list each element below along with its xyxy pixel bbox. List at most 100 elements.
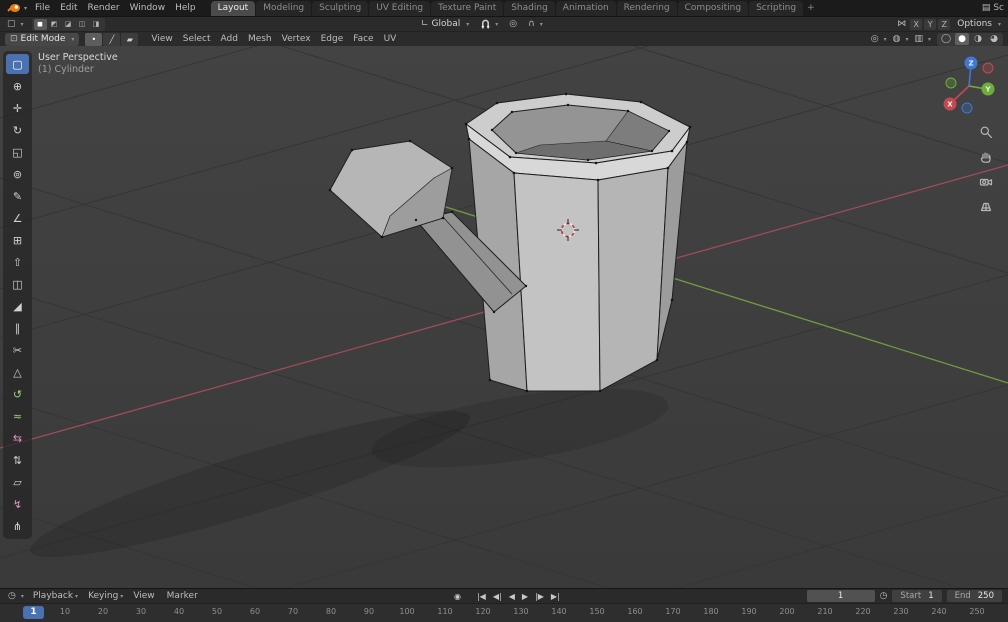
viewport-menu[interactable]: UV [379,31,402,47]
tool-button-shrink-fatten[interactable]: ⇅ [6,450,29,470]
mirror-axis-toggle[interactable]: Z [938,18,951,30]
timeline-menu[interactable]: Playback ▾ [28,591,83,601]
transport-next-keyframe[interactable]: |▶ [533,592,546,601]
mirror-axis-toggle[interactable]: X [910,18,923,30]
active-tool-icon[interactable]: ▢ [5,17,26,32]
select-option-select-intersect[interactable]: ◨ [90,19,103,30]
tool-button-edge-slide[interactable]: ⇆ [6,428,29,448]
options-dropdown[interactable]: Options [954,19,1004,29]
workspace-tab[interactable]: Compositing [677,1,749,16]
tool-button-transform[interactable]: ⊚ [6,164,29,184]
viewport-menu[interactable]: Select [178,31,216,47]
shading-mode-rendered[interactable]: ◕ [987,33,1001,45]
topbar-menu[interactable]: Window [125,0,171,16]
viewport-toggle-show-overlays[interactable]: ◍ [891,32,911,47]
workspace-tab[interactable]: Animation [555,1,616,16]
end-frame-field[interactable]: End 250 [946,590,1002,602]
transform-orientation-dropdown[interactable]: ∟ Global [418,19,472,29]
select-mode-button-edge-select[interactable]: ╱ [103,32,121,46]
proportional-editing-icon[interactable]: ◎ [507,17,519,32]
gizmo-neg-z[interactable] [961,102,973,114]
playhead[interactable]: 1 [23,606,44,619]
start-frame-field[interactable]: Start 1 [892,590,942,602]
gizmo-neg-y[interactable] [945,77,957,89]
select-mode-button-vertex-select[interactable]: • [85,32,103,46]
viewport-menu[interactable]: Vertex [277,31,316,47]
mirror-axis-toggle[interactable]: Y [924,18,937,30]
transport-prev-keyframe[interactable]: ◀| [491,592,504,601]
viewport-toggle-show-gizmos[interactable]: ◎ [869,32,889,47]
tool-button-cursor[interactable]: ⊕ [6,76,29,96]
tool-button-bevel[interactable]: ◢ [6,296,29,316]
workspace-tab[interactable]: Modeling [256,1,312,16]
topbar-menu[interactable]: Help [170,0,201,16]
viewport-menu[interactable]: Mesh [243,31,277,47]
tool-button-spin[interactable]: ↺ [6,384,29,404]
transport-jump-to-start[interactable]: |◀ [475,592,488,601]
workspace-tab[interactable]: Sculpting [312,1,369,16]
viewport-toggle-toggle-xray[interactable]: ▥ [912,32,933,47]
tool-button-poly-build[interactable]: △ [6,362,29,382]
transport-play[interactable]: ▶ [520,592,530,601]
tool-button-rip-region[interactable]: ↯ [6,494,29,514]
select-option-select-set[interactable]: ◼ [33,18,47,30]
tool-button-smooth[interactable]: ≈ [6,406,29,426]
tool-button-measure[interactable]: ∠ [6,208,29,228]
shading-mode-solid[interactable]: ● [955,33,969,45]
playback-sync-clock-icon[interactable]: ◷ [880,591,888,601]
tool-button-knife[interactable]: ✂ [6,340,29,360]
select-option-select-extend[interactable]: ◩ [48,19,61,30]
timeline-menu[interactable]: View [128,591,161,601]
tool-button-move[interactable]: ✛ [6,98,29,118]
proportional-falloff-icon[interactable]: ∩ [526,17,545,32]
tool-button-add-cube[interactable]: ⊞ [6,230,29,250]
workspace-tab[interactable]: UV Editing [369,1,431,16]
add-workspace-button[interactable]: + [803,1,819,16]
shading-mode-wireframe[interactable]: ◯ [939,33,953,45]
hand-icon[interactable] [978,149,994,165]
viewport-menu[interactable]: Add [216,31,243,47]
mesh-cylinder[interactable] [465,93,691,392]
zoom-icon[interactable] [978,124,994,140]
workspace-tab[interactable]: Layout [210,1,256,16]
tool-button-inset-faces[interactable]: ◫ [6,274,29,294]
snap-magnet-icon[interactable] [479,17,500,32]
tool-button-rip-edge[interactable]: ⋔ [6,516,29,536]
timeline-menu[interactable]: Marker [162,591,205,601]
transport-jump-to-end[interactable]: ▶| [549,592,562,601]
viewport-canvas[interactable] [0,46,1008,588]
topbar-menu[interactable]: Render [83,0,125,16]
select-option-select-subtract[interactable]: ◪ [62,19,75,30]
workspace-tab[interactable]: Rendering [616,1,677,16]
tool-button-annotate[interactable]: ✎ [6,186,29,206]
blender-logo-icon[interactable] [7,3,27,13]
select-option-select-difference[interactable]: ◫ [76,19,89,30]
transport-play-reverse[interactable]: ◀ [507,592,517,601]
gizmo-neg-x[interactable] [982,62,994,74]
camera-icon[interactable] [978,174,994,190]
viewport[interactable]: User Perspective (1) Cylinder ▢ ⊕ ✛ ↻ ◱ ⊚ ✎ ∠ ⊞ ⇧… [0,46,1008,588]
shading-mode-material-preview[interactable]: ◑ [971,33,985,45]
transport-auto-key[interactable]: ◉ [452,592,463,601]
tool-button-shear[interactable]: ▱ [6,472,29,492]
perspective-toggle-icon[interactable] [978,199,994,215]
tool-button-loop-cut[interactable]: ∥ [6,318,29,338]
timeline-editor-type-icon[interactable]: ◷ [6,589,26,604]
timeline-menu[interactable]: Keying ▾ [83,591,128,601]
viewport-menu[interactable]: Face [348,31,378,47]
mode-dropdown[interactable]: ⊡ Edit Mode [5,32,80,46]
tool-button-select-box[interactable]: ▢ [6,54,29,74]
timeline-ruler[interactable]: 10 20 30 40 50 60 70 80 90 100 110 120 130 140 150 160 1… [0,603,1008,622]
tool-button-rotate[interactable]: ↻ [6,120,29,140]
viewport-menu[interactable]: Edge [316,31,349,47]
workspace-tab[interactable]: Texture Paint [431,1,504,16]
topbar-menu[interactable]: File [30,0,55,16]
viewport-menu[interactable]: View [146,31,177,47]
tool-button-extrude-region[interactable]: ⇧ [6,252,29,272]
workspace-tab[interactable]: Scripting [749,1,804,16]
navigation-gizmo[interactable]: Z Y X [938,54,1000,116]
topbar-menu[interactable]: Edit [55,0,82,16]
scene-selector[interactable]: ▤ Sc [982,3,1004,13]
workspace-tab[interactable]: Shading [504,1,555,16]
select-mode-button-face-select[interactable]: ▰ [121,32,139,46]
